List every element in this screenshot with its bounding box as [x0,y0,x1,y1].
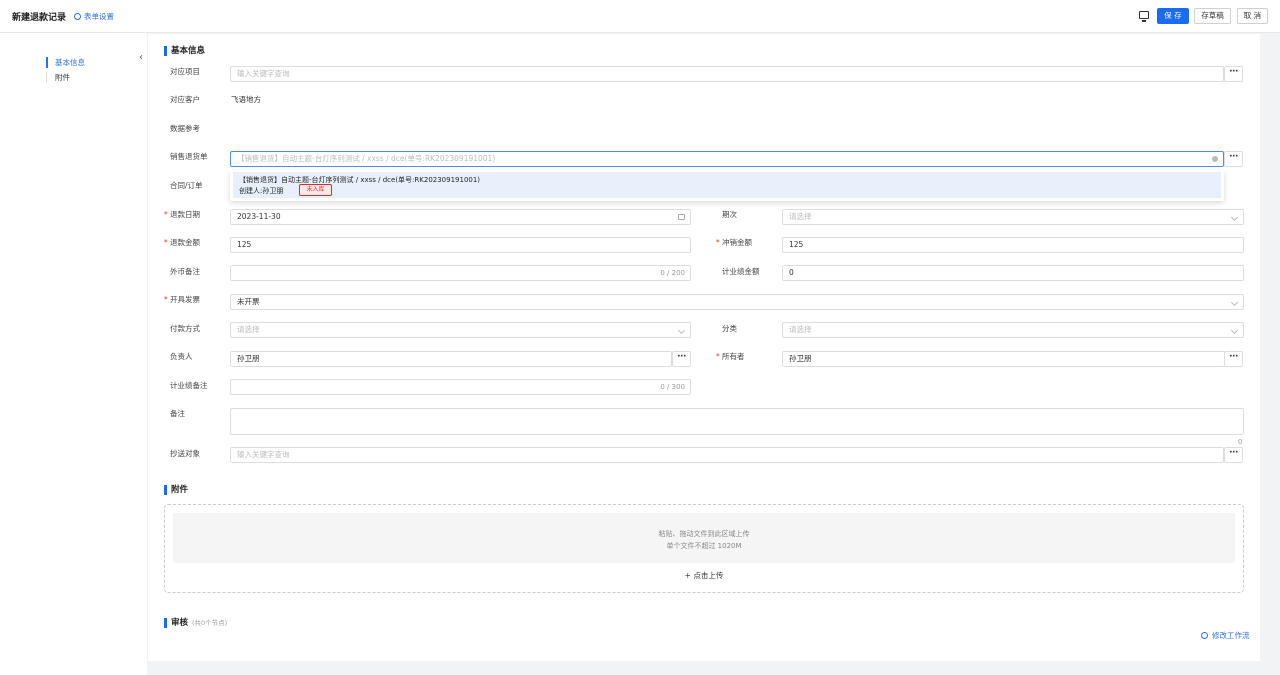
option-creator: 创建人:孙卫朋 [239,187,284,195]
invoice-select[interactable]: 未开票 [230,294,1244,310]
contract-label: 合同/订单 [170,181,203,190]
remark-label: 备注 [170,409,185,418]
owner-resp-input[interactable]: 孙卫朋 [230,351,672,367]
upload-hint: 粘贴、拖动文件到此区域上传 [658,530,750,538]
sidebar-item-basic-info[interactable]: 基本信息 [46,57,85,68]
click-upload-button[interactable]: + 点击上传 [165,570,1243,581]
refund-date-input[interactable]: 2023-11-30 [230,209,691,225]
save-draft-button[interactable]: 存草稿 [1194,8,1231,24]
sidebar-item-attachment[interactable]: 附件 [46,72,70,83]
calendar-icon [678,214,685,220]
dropdown-option[interactable]: 【销售退货】自动主题-台灯序列测试 / xxss / dce(单号:RK2023… [233,172,1221,198]
owner-input[interactable]: 孙卫朋 [782,351,1225,367]
perf-amount-input[interactable]: 0 [782,265,1244,281]
owner-more-button[interactable]: ··· [1224,351,1243,367]
chevron-down-icon [1230,326,1239,335]
fx-note-counter: 0 / 200 [660,269,685,277]
sales-return-label: 销售退货单 [170,152,208,161]
plus-circle-icon [1201,632,1208,639]
chevron-down-icon [1230,298,1239,307]
customer-value: 飞语地方 [231,95,261,104]
fx-note-input[interactable]: 0 / 200 [230,265,691,281]
owner-resp-label: 负责人 [170,352,193,361]
upload-area[interactable]: 粘贴、拖动文件到此区域上传 单个文件不超过 1020M + 点击上传 [164,504,1244,593]
perf-amount-label: 计业绩金额 [722,267,760,276]
sales-return-placeholder: 【销售退货】自动主题-台灯序列测试 / xxss / dce(单号:RK2023… [237,154,496,163]
offset-amount-input[interactable]: 125 [782,237,1244,253]
cancel-button[interactable]: 取 消 [1237,8,1268,24]
cc-more-button[interactable]: ··· [1224,447,1243,463]
save-button[interactable]: 保 存 [1157,8,1189,24]
form-settings-link[interactable]: 表单设置 [74,11,114,22]
review-node-count: (共0个节点) [192,619,228,627]
section-basic-info: 基本信息 [164,46,205,56]
option-title: 【销售退货】自动主题-台灯序列测试 / xxss / dce(单号:RK2023… [239,176,481,184]
pay-method-placeholder: 请选择 [237,325,260,334]
project-label: 对应项目 [170,67,200,76]
refund-amount-label: 退款金额 [164,238,200,248]
period-select[interactable]: 请选择 [782,209,1244,225]
perf-note-counter: 0 / 300 [660,383,685,391]
review-title: 审核 [171,618,189,628]
section-attachment: 附件 [164,485,188,495]
period-placeholder: 请选择 [789,212,812,221]
data-ref-label: 数据参考 [170,124,200,133]
drop-zone[interactable]: 粘贴、拖动文件到此区域上传 单个文件不超过 1020M [173,513,1235,563]
owner-label: 所有者 [716,352,744,362]
sidebar [0,33,147,675]
upload-size-limit: 单个文件不超过 1020M [666,542,742,550]
project-placeholder: 输入关键字查询 [237,69,290,78]
modify-workflow-link[interactable]: 修改工作流 [1201,630,1250,641]
perf-note-label: 计业绩备注 [170,381,208,390]
cc-placeholder: 输入关键字查询 [237,450,290,459]
category-label: 分类 [722,324,737,333]
pay-method-select[interactable]: 请选择 [230,322,691,338]
category-placeholder: 请选择 [789,325,812,334]
refund-date-label: 退款日期 [164,210,200,220]
sales-return-dropdown: 【销售退货】自动主题-台灯序列测试 / xxss / dce(单号:RK2023… [230,170,1224,201]
project-more-button[interactable]: ··· [1224,66,1243,82]
monitor-icon[interactable] [1139,11,1149,22]
top-bar: 新建退款记录 表单设置 保 存 存草稿 取 消 [0,0,1280,33]
sales-return-input[interactable]: 【销售退货】自动主题-台灯序列测试 / xxss / dce(单号:RK2023… [230,151,1224,167]
refund-date-value: 2023-11-30 [237,212,281,221]
perf-note-input[interactable]: 0 / 300 [230,379,691,395]
form-settings-label: 表单设置 [84,12,114,21]
cc-input[interactable]: 输入关键字查询 [230,447,1224,463]
chevron-down-icon [1230,213,1239,222]
cc-label: 抄送对象 [170,449,200,458]
offset-amount-label: 冲销金额 [716,238,752,248]
pay-method-label: 付款方式 [170,324,200,333]
refund-amount-input[interactable]: 125 [230,237,691,253]
status-badge: 未入库 [299,184,332,196]
sales-return-more-button[interactable]: ··· [1224,151,1243,167]
modify-workflow-label: 修改工作流 [1212,631,1250,640]
chevron-down-icon [677,326,686,335]
gear-icon [74,13,81,20]
category-select[interactable]: 请选择 [782,322,1244,338]
customer-label: 对应客户 [170,95,200,104]
clear-icon[interactable] [1212,156,1218,162]
remark-counter: 0 [1238,438,1243,446]
owner-resp-more-button[interactable]: ··· [672,351,691,367]
project-input[interactable]: 输入关键字查询 [230,66,1224,82]
remark-textarea[interactable] [230,408,1244,435]
fx-note-label: 外币备注 [170,267,200,276]
section-review: 审核 (共0个节点) [164,618,227,628]
chevron-left-icon[interactable]: ‹ [139,52,147,64]
page-title: 新建退款记录 [12,13,67,23]
invoice-label: 开具发票 [164,295,200,305]
period-label: 期次 [722,210,737,219]
invoice-value: 未开票 [237,297,260,306]
